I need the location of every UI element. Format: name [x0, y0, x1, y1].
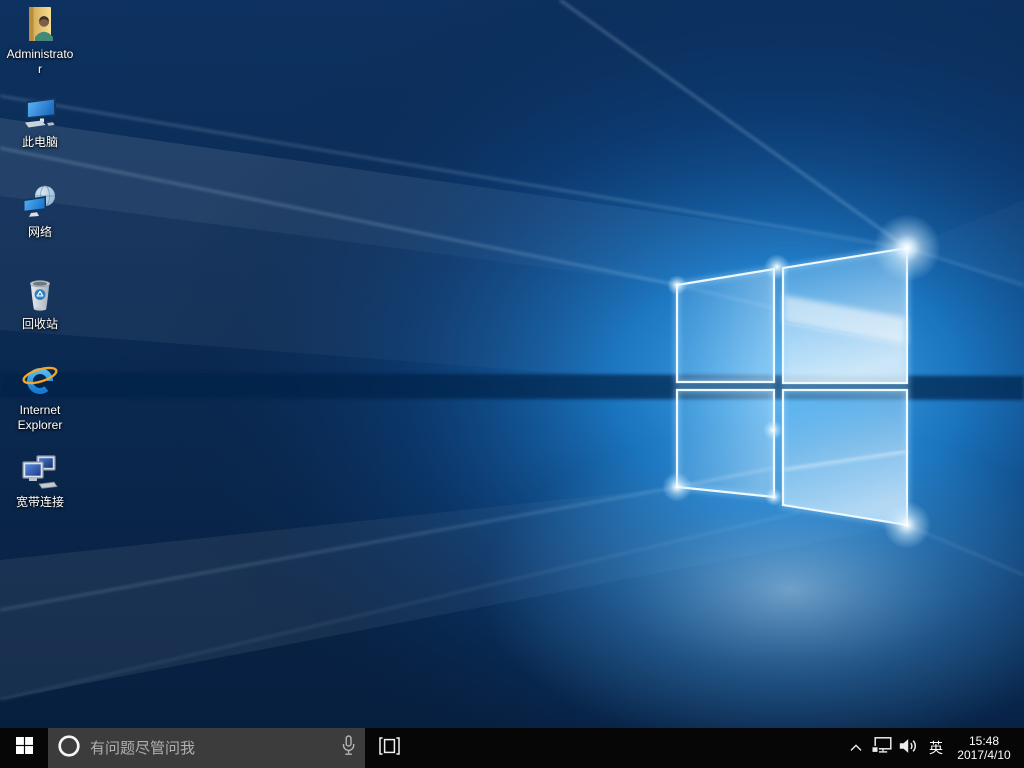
desktop[interactable]: Administrator 此电脑 网络 回收站 Internet Explor… — [0, 0, 1024, 728]
desktop-icon-label: 回收站 — [21, 317, 58, 331]
desktop-icon-label: Internet Explorer — [17, 403, 63, 432]
clock[interactable]: 15:48 2017/4/10 — [950, 728, 1024, 768]
windows-start-icon — [15, 737, 33, 759]
desktop-icon-recycle-bin[interactable]: 回收站 — [2, 274, 78, 332]
desktop-icon-label: 网络 — [27, 225, 52, 239]
language-label: 英 — [929, 740, 943, 756]
desktop-icon-this-pc[interactable]: 此电脑 — [2, 92, 78, 150]
network-status-button[interactable] — [868, 728, 895, 768]
search-input[interactable] — [90, 739, 332, 757]
volume-button[interactable] — [895, 728, 922, 768]
desktop-icon-broadband-connection[interactable]: 宽带连接 — [2, 452, 78, 510]
task-view-icon — [378, 736, 400, 760]
start-button[interactable] — [0, 728, 48, 768]
clock-time: 15:48 — [968, 734, 1000, 748]
recycle-bin-icon — [18, 274, 62, 316]
microphone-icon[interactable] — [341, 735, 356, 761]
desktop-icon-network[interactable]: 网络 — [2, 182, 78, 240]
windows-hero-wallpaper — [0, 0, 1024, 728]
desktop-icon-administrator[interactable]: Administrator — [2, 4, 78, 77]
input-language-indicator[interactable]: 英 — [922, 728, 950, 768]
user-folder-icon — [18, 4, 62, 46]
taskbar-search-box[interactable] — [48, 728, 365, 768]
this-pc-icon — [18, 92, 62, 134]
cortana-circle-icon — [57, 734, 81, 763]
network-ethernet-icon — [871, 737, 892, 759]
chevron-up-icon — [850, 739, 862, 757]
task-view-button[interactable] — [365, 728, 413, 768]
network-globe-icon — [18, 182, 62, 224]
show-hidden-icons-button[interactable] — [844, 728, 868, 768]
clock-date: 2017/4/10 — [957, 748, 1011, 762]
desktop-icon-label: 此电脑 — [21, 135, 58, 149]
desktop-icon-label: 宽带连接 — [15, 495, 64, 509]
speaker-icon — [899, 738, 918, 759]
internet-explorer-icon — [18, 360, 62, 402]
desktop-icon-label: Administrator — [6, 47, 74, 76]
taskbar: 英 15:48 2017/4/10 — [0, 728, 1024, 768]
broadband-connection-icon — [18, 452, 62, 494]
windows-desktop-screen: Administrator 此电脑 网络 回收站 Internet Explor… — [0, 0, 1024, 768]
system-tray: 英 15:48 2017/4/10 — [844, 728, 1024, 768]
desktop-icon-internet-explorer[interactable]: Internet Explorer — [2, 360, 78, 433]
